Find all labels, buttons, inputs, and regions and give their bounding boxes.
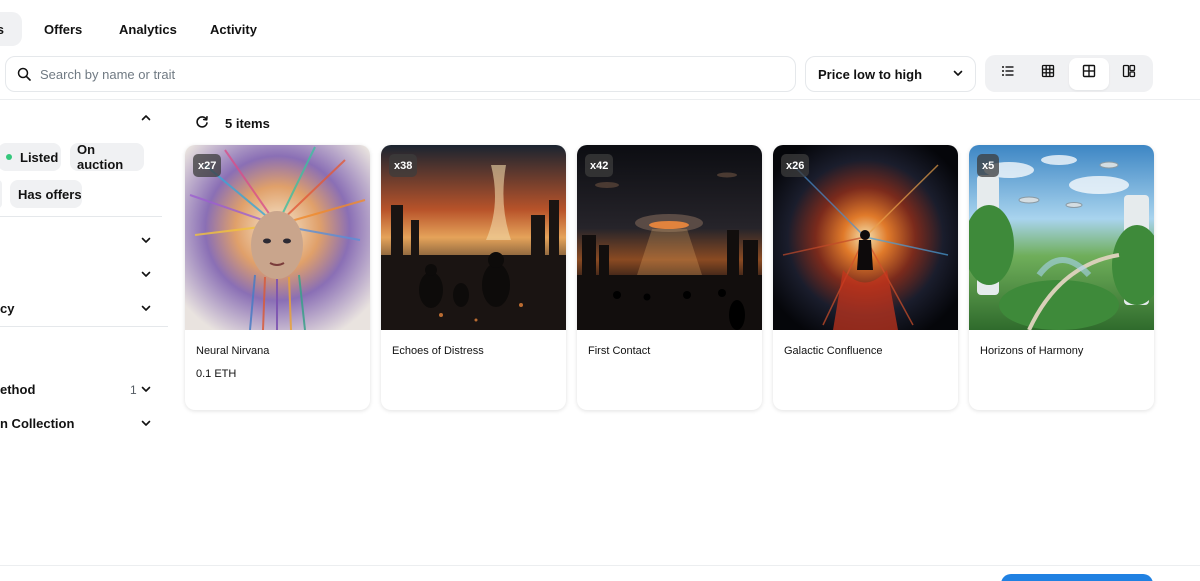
nft-card[interactable]: x26 Galactic Confluence xyxy=(773,145,958,410)
tab-offers[interactable]: Offers xyxy=(44,12,82,46)
status-chip-has-offers[interactable]: Has offers xyxy=(10,180,82,208)
chevron-down-icon[interactable] xyxy=(140,268,152,280)
footer-divider xyxy=(0,565,1200,566)
edition-badge: x26 xyxy=(781,154,810,177)
list-view-button[interactable] xyxy=(988,58,1028,90)
sidebar-divider xyxy=(0,326,168,327)
edition-badge: x27 xyxy=(193,154,222,177)
status-chip-partial[interactable] xyxy=(0,180,2,208)
results-count: 5 items xyxy=(225,116,270,131)
sidebar-section-collection-title[interactable]: n Collection xyxy=(0,416,74,431)
nft-card[interactable]: x38 Echoes of Distress xyxy=(381,145,566,410)
sidebar-section-currency-title[interactable]: cy xyxy=(0,301,14,316)
search-bar[interactable] xyxy=(5,56,796,92)
filter-sidebar: Listed On auction Has offers cy ethod 1 … xyxy=(0,100,168,530)
large-grid-view-icon xyxy=(1082,64,1096,83)
toolbar-divider xyxy=(0,99,1200,100)
tab-activity[interactable]: Activity xyxy=(210,12,257,46)
small-grid-view-button[interactable] xyxy=(1029,58,1069,90)
collection-tabs: s Offers Analytics Activity xyxy=(0,0,1200,56)
status-chip-listed[interactable]: Listed xyxy=(0,143,61,171)
nft-card[interactable]: x42 First Contact xyxy=(577,145,762,410)
nft-name: Galactic Confluence xyxy=(784,345,883,357)
large-grid-view-button[interactable] xyxy=(1069,57,1109,90)
chevron-down-icon[interactable] xyxy=(140,383,152,395)
tab-analytics[interactable]: Analytics xyxy=(119,12,177,46)
sidebar-divider xyxy=(0,216,162,217)
chevron-down-icon[interactable] xyxy=(140,234,152,246)
nft-card[interactable]: x27 Neural Nirvana 0.1 ETH xyxy=(185,145,370,410)
sort-selected-label: Price low to high xyxy=(818,66,923,82)
listed-status-dot xyxy=(6,154,12,160)
tab-items[interactable]: s xyxy=(0,12,22,46)
nft-name: First Contact xyxy=(588,345,651,357)
search-input[interactable] xyxy=(40,66,740,82)
edition-badge: x38 xyxy=(389,154,418,177)
mosaic-view-icon xyxy=(1122,64,1136,83)
chevron-down-icon[interactable] xyxy=(140,302,152,314)
chevron-down-icon xyxy=(952,67,964,82)
sidebar-method-count: 1 xyxy=(130,383,137,397)
refresh-icon[interactable] xyxy=(195,115,209,129)
nft-name: Neural Nirvana xyxy=(196,345,270,357)
nft-name: Horizons of Harmony xyxy=(980,345,1084,357)
chevron-down-icon[interactable] xyxy=(140,417,152,429)
nft-price: 0.1 ETH xyxy=(196,368,237,380)
status-chip-on-auction[interactable]: On auction xyxy=(70,142,144,172)
search-icon xyxy=(16,66,32,82)
edition-badge: x42 xyxy=(585,154,614,177)
footer-action-button[interactable] xyxy=(1001,574,1153,581)
small-grid-view-icon xyxy=(1041,64,1055,83)
sort-dropdown[interactable]: Price low to high xyxy=(805,56,976,92)
view-mode-switch xyxy=(985,55,1153,92)
chevron-up-icon[interactable] xyxy=(140,112,152,124)
list-view-icon xyxy=(1001,64,1015,83)
sidebar-section-method-title[interactable]: ethod xyxy=(0,382,35,397)
nft-card[interactable]: x5 Horizons of Harmony xyxy=(969,145,1154,410)
edition-badge: x5 xyxy=(977,154,1000,177)
nft-name: Echoes of Distress xyxy=(392,345,484,357)
mosaic-view-button[interactable] xyxy=(1110,58,1150,90)
